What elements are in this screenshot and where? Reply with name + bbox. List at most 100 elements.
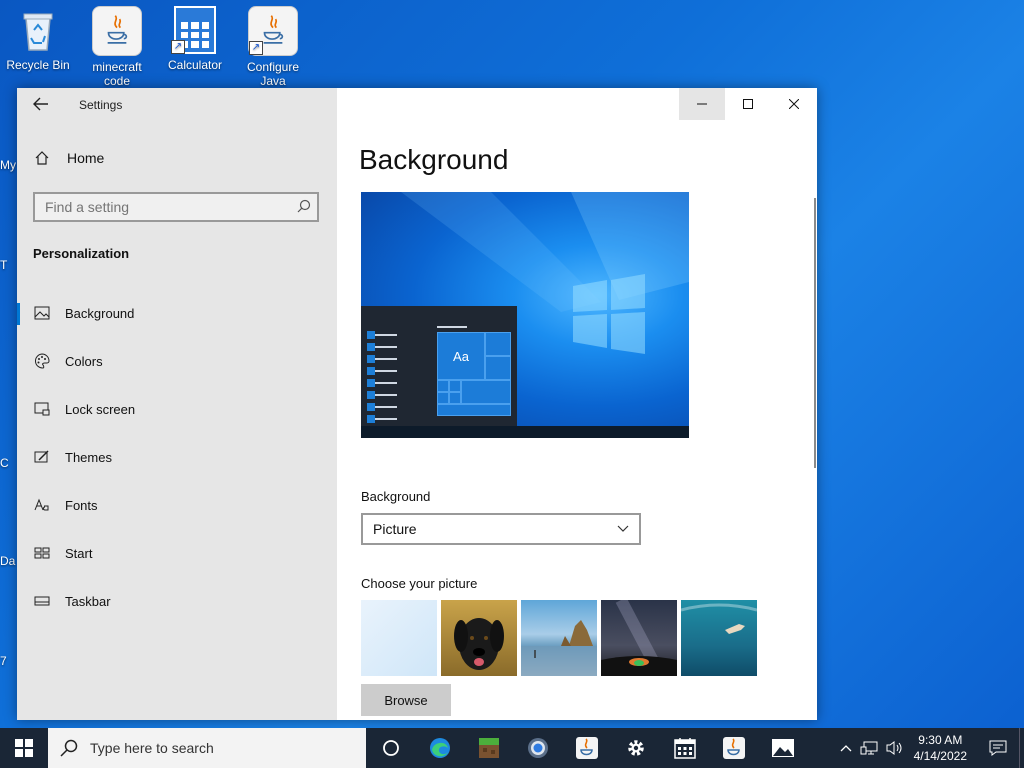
picture-thumbnail-dog[interactable] xyxy=(441,600,517,676)
close-button[interactable] xyxy=(771,88,817,120)
start-icon xyxy=(31,547,53,559)
taskbar-app-calendar[interactable] xyxy=(660,728,709,768)
taskbar-app-edge[interactable] xyxy=(415,728,464,768)
sidebar-item-lock-screen[interactable]: Lock screen xyxy=(17,389,337,429)
shortcut-arrow-icon: ↗ xyxy=(171,40,185,54)
sidebar-item-fonts[interactable]: Fonts xyxy=(17,485,337,525)
sidebar-item-label: Lock screen xyxy=(65,401,136,417)
chevron-down-icon xyxy=(617,525,629,532)
taskbar-search-box[interactable]: Type here to search xyxy=(48,728,366,768)
picture-thumbnail-underwater[interactable] xyxy=(681,600,757,676)
sidebar-item-start[interactable]: Start xyxy=(17,533,337,573)
sidebar-item-taskbar[interactable]: Taskbar xyxy=(17,581,337,621)
java-icon xyxy=(575,737,598,759)
settings-content: Background Aa Background Picture Choose … xyxy=(337,88,817,720)
java-icon: ↗ xyxy=(248,6,298,56)
find-setting-input[interactable] xyxy=(35,194,295,220)
task-view-icon xyxy=(382,740,399,756)
taskbar-app-java[interactable] xyxy=(562,728,611,768)
speaker-icon xyxy=(886,741,902,755)
network-button[interactable] xyxy=(856,740,882,756)
desktop-icon-label-partial: 7 xyxy=(0,654,7,668)
volume-button[interactable] xyxy=(882,740,908,756)
themes-icon xyxy=(31,450,53,464)
show-desktop-button[interactable] xyxy=(1019,728,1024,768)
desktop-icon-label: Configure Java xyxy=(246,60,300,88)
start-button[interactable] xyxy=(0,728,48,768)
home-link[interactable]: Home xyxy=(31,150,104,166)
choose-picture-label: Choose your picture xyxy=(361,576,478,591)
desktop-icon-label-partial: T xyxy=(0,258,8,272)
desktop-icon-minecraft-code[interactable]: minecraft code xyxy=(79,6,155,88)
minimize-button[interactable] xyxy=(679,88,725,120)
palette-icon xyxy=(31,353,53,369)
desktop-icon-label: Recycle Bin xyxy=(6,58,70,72)
content-scrollbar[interactable] xyxy=(814,198,816,468)
picture-thumbnail-beach[interactable] xyxy=(521,600,597,676)
picture-thumbnails xyxy=(361,600,757,676)
browse-button[interactable]: Browse xyxy=(361,684,451,716)
window-controls xyxy=(679,88,817,120)
notification-icon xyxy=(989,740,1007,756)
taskbar-app-settings[interactable] xyxy=(611,728,660,768)
calendar-icon xyxy=(673,738,696,759)
taskbar: Type here to search 9:30 AM 4/14/2022 xyxy=(0,728,1024,768)
taskbar-icon xyxy=(31,596,53,606)
preview-start-menu: Aa xyxy=(361,306,517,426)
desktop-icon-label-partial: C xyxy=(0,456,9,470)
taskbar-app-minecraft[interactable] xyxy=(464,728,513,768)
network-icon xyxy=(860,741,878,755)
taskbar-app-java-config[interactable] xyxy=(709,728,758,768)
sidebar-item-themes[interactable]: Themes xyxy=(17,437,337,477)
home-icon xyxy=(31,150,53,166)
fonts-icon xyxy=(31,498,53,512)
system-tray: 9:30 AM 4/14/2022 xyxy=(836,728,1024,768)
desktop-icon-configure-java[interactable]: ↗ Configure Java xyxy=(235,6,311,88)
java-file-icon xyxy=(92,6,142,56)
preview-tile-text: Aa xyxy=(437,332,485,380)
maximize-button[interactable] xyxy=(725,88,771,120)
show-hidden-icons-button[interactable] xyxy=(836,744,856,752)
windows-logo-icon xyxy=(15,739,33,757)
close-icon xyxy=(789,99,799,109)
shortcut-arrow-icon: ↗ xyxy=(249,41,263,55)
background-type-dropdown[interactable]: Picture xyxy=(361,513,641,545)
desktop-icon-calculator[interactable]: ↗ Calculator xyxy=(157,6,233,72)
picture-thumbnail-light[interactable] xyxy=(361,600,437,676)
sidebar-item-colors[interactable]: Colors xyxy=(17,341,337,381)
background-field-label: Background xyxy=(361,489,431,504)
back-arrow-icon xyxy=(33,97,48,111)
section-label-personalization: Personalization xyxy=(33,246,130,261)
calculator-icon: ↗ xyxy=(171,6,219,54)
dropdown-value: Picture xyxy=(373,521,417,537)
picture-icon xyxy=(31,306,53,320)
desktop-icon-label: Calculator xyxy=(167,58,223,72)
home-label: Home xyxy=(67,150,105,166)
page-title: Background xyxy=(359,144,509,175)
settings-sidebar: Settings Home Personalization Background xyxy=(17,88,337,720)
desktop-icon-label-partial: My xyxy=(0,158,16,172)
desktop-icon-recycle-bin[interactable]: Recycle Bin xyxy=(0,6,76,72)
desktop-icon-label-partial: Da xyxy=(0,554,16,568)
task-view-button[interactable] xyxy=(366,728,415,768)
photos-icon xyxy=(771,739,794,757)
back-button[interactable] xyxy=(29,92,53,116)
taskbar-app-photos[interactable] xyxy=(758,728,807,768)
sidebar-item-label: Fonts xyxy=(65,497,98,513)
sidebar-item-background[interactable]: Background xyxy=(17,293,337,333)
recycle-bin-icon xyxy=(14,6,62,54)
java-icon xyxy=(722,737,745,759)
sidebar-item-label: Themes xyxy=(65,449,112,465)
action-center-button[interactable] xyxy=(977,740,1019,756)
search-icon[interactable] xyxy=(297,199,311,218)
find-setting-search[interactable] xyxy=(33,192,319,222)
sidebar-item-label: Background xyxy=(65,305,135,321)
picture-thumbnail-night-sky[interactable] xyxy=(601,600,677,676)
taskbar-app-chrome[interactable] xyxy=(513,728,562,768)
minecraft-icon xyxy=(478,738,499,758)
desktop-icon-label: minecraft code xyxy=(92,60,142,88)
maximize-icon xyxy=(743,99,753,109)
edge-icon xyxy=(429,738,450,758)
app-title: Settings xyxy=(79,98,123,112)
clock[interactable]: 9:30 AM 4/14/2022 xyxy=(908,732,977,764)
